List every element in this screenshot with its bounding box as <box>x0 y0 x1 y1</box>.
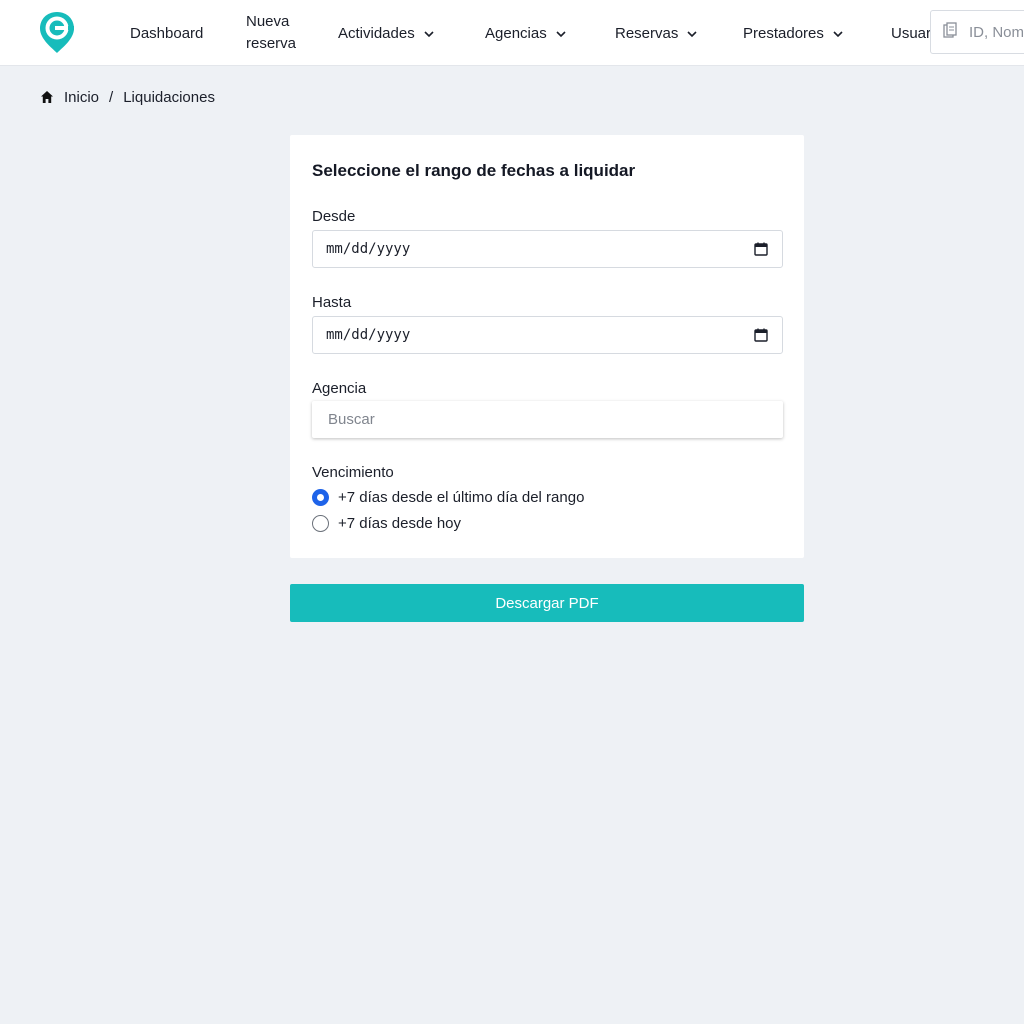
nav-usuarios[interactable]: Usuar <box>891 0 931 66</box>
calendar-icon[interactable] <box>754 242 768 256</box>
to-date-value: mm/dd/yyyy <box>326 327 411 343</box>
calendar-icon[interactable] <box>754 328 768 342</box>
breadcrumb-home-link[interactable]: Inicio <box>64 89 99 106</box>
global-search[interactable] <box>930 10 1024 54</box>
due-option-today-label: +7 días desde hoy <box>338 515 462 532</box>
nav-nueva-reserva[interactable]: Nueva reserva <box>246 0 296 66</box>
download-pdf-button[interactable]: Descargar PDF <box>290 584 804 622</box>
nav-reservas-label: Reservas <box>615 24 679 42</box>
agency-label: Agencia <box>312 380 367 397</box>
due-option-range-label: +7 días desde el último día del rango <box>338 489 585 506</box>
chevron-down-icon <box>686 27 698 39</box>
nav-agencias[interactable]: Agencias <box>485 0 567 66</box>
chevron-down-icon <box>832 27 844 39</box>
global-search-input[interactable] <box>969 23 1024 41</box>
from-date-label: Desde <box>312 208 356 225</box>
chevron-down-icon <box>555 27 567 39</box>
agency-search-input[interactable] <box>328 411 783 428</box>
breadcrumb-current: Liquidaciones <box>123 88 215 106</box>
from-date-input[interactable]: mm/dd/yyyy <box>312 230 783 268</box>
nav-reservas[interactable]: Reservas <box>615 0 698 66</box>
to-date-label: Hasta <box>312 294 352 311</box>
breadcrumb: Inicio / Liquidaciones <box>40 86 215 108</box>
nav-dashboard-label: Dashboard <box>130 24 204 42</box>
radio-unselected[interactable] <box>312 515 329 532</box>
nav-actividades-label: Actividades <box>338 24 415 42</box>
top-navbar: Dashboard Nueva reserva Actividades Agen… <box>0 0 1024 66</box>
nav-nueva-reserva-line2: reserva <box>246 35 297 52</box>
home-icon <box>40 90 54 104</box>
due-option-today[interactable]: +7 días desde hoy <box>312 515 461 532</box>
nav-agencias-label: Agencias <box>485 24 547 42</box>
nav-prestadores-label: Prestadores <box>743 24 824 42</box>
logo-icon[interactable] <box>38 10 76 54</box>
form-title: Seleccione el rango de fechas a liquidar <box>312 161 636 180</box>
agency-search-field[interactable] <box>312 401 783 438</box>
nav-prestadores[interactable]: Prestadores <box>743 0 844 66</box>
clipboard-icon <box>943 21 957 43</box>
from-date-value: mm/dd/yyyy <box>326 241 411 257</box>
due-label: Vencimiento <box>312 464 394 481</box>
chevron-down-icon <box>423 27 435 39</box>
nav-usuarios-label: Usuar <box>891 24 932 42</box>
nav-dashboard[interactable]: Dashboard <box>130 0 203 66</box>
radio-selected[interactable] <box>312 489 329 506</box>
download-pdf-label: Descargar PDF <box>495 594 599 612</box>
breadcrumb-separator: / <box>109 88 114 106</box>
due-option-range[interactable]: +7 días desde el último día del rango <box>312 489 584 506</box>
nav-nueva-reserva-line1: Nueva <box>246 13 290 30</box>
settlement-form-card: Seleccione el rango de fechas a liquidar… <box>290 135 804 558</box>
to-date-input[interactable]: mm/dd/yyyy <box>312 316 783 354</box>
nav-actividades[interactable]: Actividades <box>338 0 435 66</box>
